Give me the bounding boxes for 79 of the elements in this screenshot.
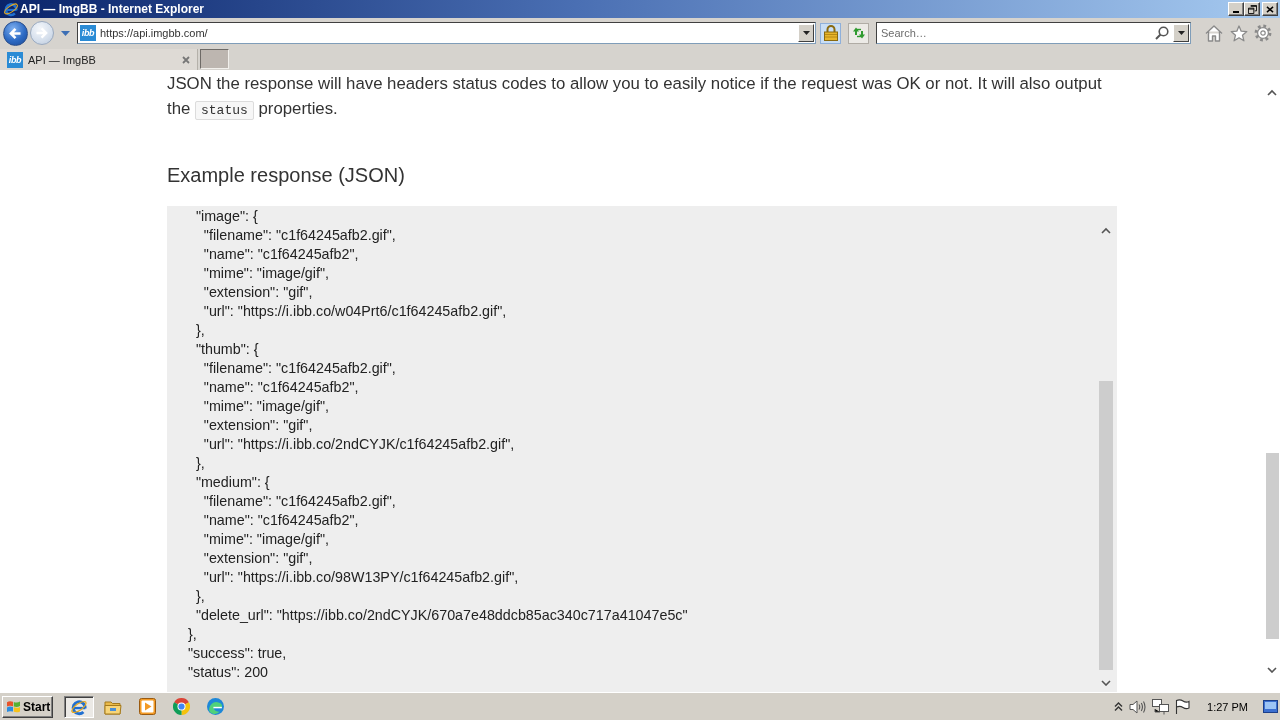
circle-logo-icon xyxy=(206,698,224,715)
settings-icon[interactable] xyxy=(1254,24,1272,42)
chevron-down-icon[interactable] xyxy=(1267,667,1277,673)
code-line: }, xyxy=(194,321,206,340)
restore-icon xyxy=(1247,4,1257,14)
scrollbar-thumb[interactable] xyxy=(1099,381,1113,670)
code-line: "thumb": { xyxy=(194,340,260,359)
chevron-up-icon[interactable] xyxy=(1267,89,1277,96)
media-player-icon xyxy=(138,698,156,715)
code-line: "extension": "gif", xyxy=(202,549,314,568)
search-box[interactable]: Search… xyxy=(876,22,1191,44)
code-line: "filename": "c1f64245afb2.gif", xyxy=(202,226,397,245)
code-line: "extension": "gif", xyxy=(202,283,314,302)
close-icon xyxy=(1266,5,1274,13)
new-tab-button[interactable] xyxy=(200,49,229,69)
code-line: "success": true, xyxy=(186,644,288,663)
code-line: "extension": "gif", xyxy=(202,416,314,435)
code-line: "delete_url": "https://ibb.co/2ndCYJK/670a7e48ddcb85ac340c717a41047e5c" xyxy=(194,606,689,625)
close-button[interactable] xyxy=(1262,2,1278,16)
tab-label: API — ImgBB xyxy=(28,53,96,66)
chevron-up-icon[interactable] xyxy=(1101,227,1111,234)
browser-logo-icon xyxy=(3,1,19,17)
site-logo: ibb xyxy=(7,51,23,68)
code-line: }, xyxy=(194,454,206,473)
window-title: API — ImgBB - Internet Explorer xyxy=(20,2,205,16)
scrollbar-thumb[interactable] xyxy=(1265,453,1279,639)
clock: 1:27 PM xyxy=(1207,700,1248,713)
start-button[interactable]: Start xyxy=(2,695,53,718)
home-icon[interactable] xyxy=(1205,24,1223,42)
chevron-down-icon[interactable] xyxy=(1101,680,1111,686)
start-logo-icon xyxy=(6,699,21,714)
code-line: "mime": "image/gif", xyxy=(202,264,330,283)
speaker-icon[interactable] xyxy=(1129,699,1147,714)
code-line: "url": "https://i.ibb.co/w04Prt6/c1f64245afb2.gif", xyxy=(202,302,508,321)
code-line: "medium": { xyxy=(194,473,271,492)
code-line: }, xyxy=(186,625,198,644)
browser-icon xyxy=(70,697,88,716)
desktop-icon[interactable] xyxy=(1263,700,1278,713)
folder-icon xyxy=(104,698,122,715)
close-icon xyxy=(182,55,190,64)
network-icon[interactable] xyxy=(1152,698,1170,715)
code-line: "url": "https://i.ibb.co/98W13PY/c1f64245afb2.gif", xyxy=(202,568,520,587)
caret-down-icon xyxy=(61,30,70,36)
search-input[interactable]: Search… xyxy=(877,24,1155,42)
close-tab-button[interactable] xyxy=(181,54,191,65)
refresh-button[interactable] xyxy=(848,22,869,44)
code-line: "filename": "c1f64245afb2.gif", xyxy=(202,492,397,511)
address-dropdown-button[interactable] xyxy=(798,24,814,42)
caret-down-icon xyxy=(1177,31,1185,35)
search-icon[interactable] xyxy=(1155,26,1169,40)
code-line: "image": { xyxy=(194,207,259,226)
code-line: "name": "c1f64245afb2", xyxy=(202,511,360,530)
code-line: "status": 200 xyxy=(186,663,270,682)
search-dropdown-button[interactable] xyxy=(1173,24,1189,42)
chevron-up-icon[interactable] xyxy=(1114,702,1124,711)
flag-icon[interactable] xyxy=(1175,699,1191,714)
minimize-button[interactable] xyxy=(1228,2,1244,16)
code-line: "name": "c1f64245afb2", xyxy=(202,245,360,264)
address-bar[interactable]: ibb https://api.imgbb.com/ xyxy=(77,22,816,44)
body-paragraph: JSON the response will have headers status codes to allow you to easily notice if the request was OK or not. It will also output the status properties. xyxy=(167,73,1103,122)
code-line: "url": "https://i.ibb.co/2ndCYJK/c1f64245afb2.gif", xyxy=(202,435,516,454)
caret-down-icon xyxy=(802,31,810,35)
lock-button[interactable] xyxy=(820,22,841,44)
code-line: "mime": "image/gif", xyxy=(202,397,330,416)
code-line: "filename": "c1f64245afb2.gif", xyxy=(202,359,397,378)
back-button[interactable] xyxy=(3,20,28,46)
browser-tab[interactable]: ibb API — ImgBB xyxy=(0,49,198,70)
code-line: "mime": "image/gif", xyxy=(202,530,330,549)
site-logo: ibb xyxy=(80,25,96,41)
refresh-icon xyxy=(851,26,866,40)
section-heading: Example response (JSON) xyxy=(167,163,406,188)
url-field[interactable]: https://api.imgbb.com/ xyxy=(96,24,798,42)
code-line: "name": "c1f64245afb2", xyxy=(202,378,360,397)
chrome-icon xyxy=(172,698,190,715)
taskbar-button[interactable] xyxy=(64,695,94,718)
padlock-icon xyxy=(823,25,838,41)
code-line: }, xyxy=(194,587,206,606)
restore-button[interactable] xyxy=(1244,2,1260,16)
star-icon[interactable] xyxy=(1230,24,1248,42)
